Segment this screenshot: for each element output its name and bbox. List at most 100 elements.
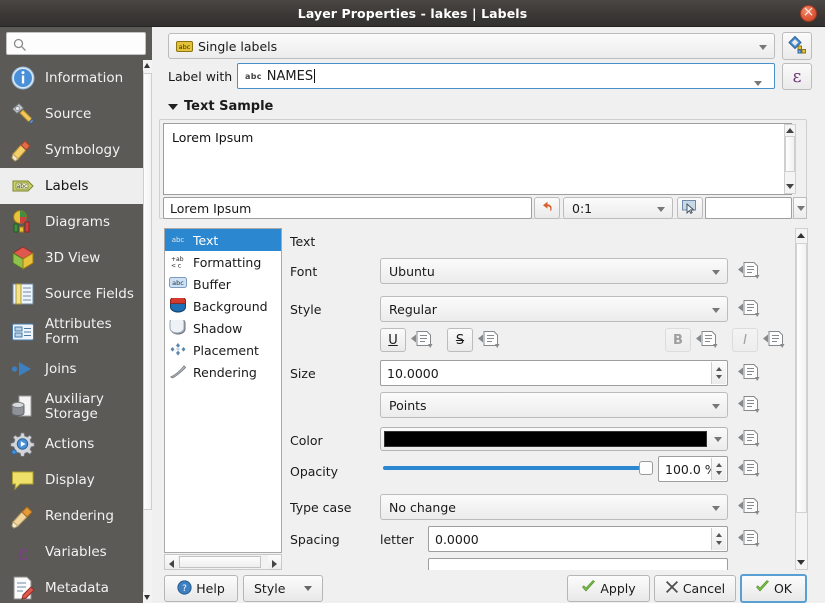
size-stepper[interactable] [711, 362, 726, 384]
chevron-down-icon [304, 586, 312, 591]
sidebar-item-3d-view[interactable]: 3D View [0, 240, 143, 276]
sidebar-item-variables[interactable]: ε Variables [0, 534, 143, 570]
italic-override-button[interactable] [762, 329, 786, 351]
sidebar-item-information[interactable]: Information [0, 60, 143, 96]
scroll-down-arrow[interactable] [786, 182, 794, 191]
font-combo[interactable]: Ubuntu [380, 258, 728, 284]
strikethrough-glyph: S [456, 333, 464, 348]
style-button[interactable]: Style [243, 575, 323, 602]
size-override-button[interactable] [737, 362, 761, 384]
bold-button[interactable]: B [665, 328, 691, 352]
label-with-field[interactable]: abc NAMES [237, 63, 775, 89]
text-sample-scale-combo[interactable]: 0:1 [563, 197, 673, 219]
text-caret [314, 69, 315, 83]
pick-color-from-map-button[interactable] [677, 197, 703, 219]
hscroll-left-arrow[interactable] [165, 555, 178, 569]
chevron-down-icon[interactable] [754, 81, 762, 86]
type-case-combo[interactable]: No change [380, 494, 728, 520]
size-unit-override-button[interactable] [737, 394, 761, 416]
text-sample-scrollbar[interactable] [784, 124, 796, 194]
color-override-button[interactable] [737, 428, 761, 450]
font-override-button[interactable] [737, 260, 761, 282]
sidebar-item-rendering[interactable]: Rendering [0, 498, 143, 534]
text-sample-section-header[interactable]: Text Sample [168, 99, 273, 114]
cancel-button[interactable]: Cancel [654, 575, 736, 602]
underline-button[interactable]: U [380, 328, 406, 352]
opacity-slider[interactable] [383, 458, 653, 478]
opacity-slider-handle[interactable] [639, 461, 653, 475]
sidebar-item-symbology[interactable]: Symbology [0, 132, 143, 168]
scroll-up-arrow[interactable] [786, 126, 794, 135]
text-settings-tab-list[interactable]: abc Text +ab < c Formatting [164, 228, 282, 553]
close-icon[interactable] [800, 5, 817, 22]
sidebar-item-joins[interactable]: Joins [0, 351, 143, 387]
tab-buffer[interactable]: abc Buffer [165, 273, 281, 295]
text-sample-bg-color-dropdown[interactable] [793, 197, 807, 219]
text-color-button[interactable] [380, 427, 728, 451]
sidebar-item-display[interactable]: Display [0, 462, 143, 498]
opacity-override-button[interactable] [737, 458, 761, 480]
spacing-letter-field[interactable]: 0.0000 [428, 526, 728, 552]
tab-text[interactable]: abc Text [165, 229, 281, 251]
bold-glyph: B [673, 333, 683, 348]
svg-text:abc: abc [172, 279, 184, 287]
tab-label: Placement [193, 343, 259, 358]
help-button[interactable]: ? Help [164, 575, 238, 602]
scroll-down-arrow[interactable] [797, 557, 806, 567]
sidebar-scroll-down-arrow[interactable] [143, 592, 152, 603]
strikethrough-button[interactable]: S [447, 328, 473, 352]
scrollbar-thumb[interactable] [796, 243, 807, 513]
tab-formatting[interactable]: +ab < c Formatting [165, 251, 281, 273]
tab-background[interactable]: Background [165, 295, 281, 317]
sidebar-item-labels[interactable]: abc Labels [0, 168, 143, 204]
scroll-up-arrow[interactable] [797, 231, 806, 241]
strikethrough-override-button[interactable] [477, 329, 501, 351]
hscrollbar-thumb[interactable] [179, 556, 261, 568]
size-unit-combo[interactable]: Points [380, 392, 728, 418]
tab-shadow[interactable]: Shadow [165, 317, 281, 339]
ok-button[interactable]: OK [740, 574, 807, 603]
sidebar-item-diagrams[interactable]: Diagrams [0, 204, 143, 240]
expression-button[interactable]: ε [782, 63, 812, 90]
sidebar-item-actions[interactable]: Actions [0, 426, 143, 462]
sidebar-item-label: Auxiliary Storage [45, 392, 137, 421]
help-label: Help [196, 581, 225, 596]
labeling-mode-combo[interactable]: abc Single labels [168, 33, 775, 59]
cancel-label: Cancel [683, 581, 725, 596]
sidebar-item-metadata[interactable]: Metadata [0, 570, 143, 603]
text-sample-preview[interactable]: Lorem Ipsum [163, 123, 792, 195]
underline-override-button[interactable] [410, 329, 434, 351]
scrollbar-thumb[interactable] [785, 136, 795, 172]
sidebar-item-source[interactable]: Source [0, 96, 143, 132]
main-pane: abc Single labels Label with abc NAMES [152, 27, 825, 603]
sidebar-item-attributes-form[interactable]: Attributes Form [0, 312, 143, 351]
style-override-button[interactable] [737, 298, 761, 320]
style-combo[interactable]: Regular [380, 296, 728, 322]
text-sample-bg-color-field[interactable] [705, 197, 792, 219]
tab-placement[interactable]: Placement [165, 339, 281, 361]
tab-rendering[interactable]: Rendering [165, 361, 281, 383]
bold-override-button[interactable] [695, 329, 719, 351]
chevron-down-icon[interactable] [714, 437, 722, 442]
spacing-word-field[interactable] [428, 558, 728, 570]
size-unit-value: Points [381, 398, 427, 413]
italic-button[interactable]: I [732, 328, 758, 352]
type-case-override-button[interactable] [737, 496, 761, 518]
opacity-stepper[interactable] [711, 458, 726, 480]
size-field[interactable]: 10.0000 [380, 360, 728, 386]
hscroll-right-arrow[interactable] [268, 555, 281, 569]
automated-placement-settings-button[interactable] [782, 32, 812, 60]
text-sample-reset-button[interactable] [534, 197, 560, 219]
search-box[interactable] [6, 32, 146, 55]
sidebar-item-source-fields[interactable]: Source Fields [0, 276, 143, 312]
spacing-override-button[interactable] [737, 528, 761, 550]
sidebar-item-auxiliary-storage[interactable]: Auxiliary Storage [0, 387, 143, 426]
form-scrollbar[interactable] [795, 228, 808, 570]
apply-button[interactable]: Apply [567, 575, 650, 602]
spacing-letter-stepper[interactable] [711, 528, 726, 550]
sidebar-scrollbar-thumb[interactable] [143, 73, 152, 510]
tab-list-hscrollbar[interactable] [164, 554, 282, 570]
opacity-field[interactable]: 100.0 % [658, 456, 728, 482]
sidebar-scroll-up-arrow[interactable] [143, 60, 152, 71]
text-sample-input[interactable]: Lorem Ipsum [163, 197, 532, 219]
